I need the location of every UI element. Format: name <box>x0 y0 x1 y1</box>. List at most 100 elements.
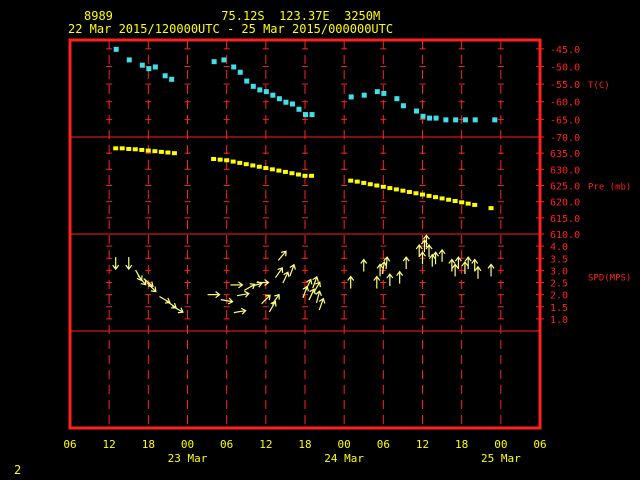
pressure-point <box>126 146 132 151</box>
temperature-point <box>139 62 145 68</box>
y-tick-label: 635.0 <box>550 149 580 160</box>
pressure-point <box>459 200 465 205</box>
pressure-point <box>426 193 432 198</box>
pressure-point <box>367 182 373 187</box>
temperature-point <box>400 103 406 109</box>
wind-arrow <box>471 258 479 272</box>
pressure-point <box>211 156 217 161</box>
wind-arrow <box>230 281 244 289</box>
pressure-point <box>145 148 151 153</box>
wind-arrow <box>274 267 284 279</box>
x-tick-label: 00 <box>494 438 507 451</box>
temperature-point <box>472 117 478 123</box>
pressure-point <box>302 173 308 178</box>
temperature-point <box>427 115 433 121</box>
wind-arrow <box>474 265 482 279</box>
pressure-point <box>152 149 158 154</box>
y-tick-label: -55.0 <box>550 80 580 91</box>
wind-arrow <box>461 260 469 274</box>
temperature-point <box>453 117 459 123</box>
pressure-point <box>295 172 301 177</box>
temperature-point <box>433 115 439 121</box>
wind-arrow <box>415 243 423 257</box>
wind-arrow <box>112 257 120 271</box>
temperature-point <box>126 57 132 63</box>
y-tick-label: 2.5 <box>550 279 568 290</box>
wind-arrow <box>428 253 436 267</box>
temperature-point <box>492 117 498 123</box>
pressure-point <box>282 169 288 174</box>
temperature-point <box>374 89 380 95</box>
wind-arrow <box>386 273 394 287</box>
pressure-point <box>224 158 230 163</box>
x-tick-label: 18 <box>142 438 155 451</box>
y-tick-label: -65.0 <box>550 115 580 126</box>
y-tick-label: 1.0 <box>550 315 568 326</box>
y-tick-label: 3.0 <box>550 266 568 277</box>
temperature-point <box>146 66 152 72</box>
y-tick-label: -45.0 <box>550 45 580 56</box>
temperature-point <box>289 101 295 107</box>
temperature-point <box>250 83 256 89</box>
wind-arrow <box>207 291 221 299</box>
temperature-point <box>381 90 387 96</box>
x-tick-label: 06 <box>533 438 546 451</box>
pressure-point <box>406 189 412 194</box>
y-tick-label: 630.0 <box>550 165 580 176</box>
pressure-point <box>263 166 269 171</box>
pressure-point <box>158 149 164 154</box>
pressure-point <box>374 183 380 188</box>
pressure-point <box>243 162 249 167</box>
temperature-point <box>270 92 276 98</box>
pressure-point <box>439 196 445 201</box>
y-tick-label: 1.5 <box>550 303 568 314</box>
pressure-point <box>488 206 494 211</box>
panel-label: SPD(MPS) <box>588 273 631 283</box>
pressure-point <box>446 197 452 202</box>
x-tick-label: 00 <box>181 438 194 451</box>
x-tick-label: 00 <box>338 438 351 451</box>
y-tick-label: 625.0 <box>550 182 580 193</box>
y-tick-label: -50.0 <box>550 62 580 73</box>
x-tick-label: 12 <box>416 438 429 451</box>
y-tick-label: 620.0 <box>550 198 580 209</box>
pressure-point <box>380 184 386 189</box>
wind-arrow <box>236 290 250 298</box>
temperature-point <box>152 64 158 70</box>
wind-arrow <box>250 280 263 288</box>
pressure-point <box>361 180 367 185</box>
pressure-point <box>119 146 125 151</box>
x-tick-label: 18 <box>455 438 468 451</box>
wind-arrow <box>360 258 368 272</box>
pressure-point <box>171 151 177 156</box>
pressure-point <box>132 147 138 152</box>
pressure-point <box>387 186 393 191</box>
y-tick-label: -70.0 <box>550 133 580 144</box>
wind-arrow <box>233 307 247 315</box>
pressure-point <box>113 146 119 151</box>
pressure-point <box>452 199 458 204</box>
temperature-point <box>276 96 282 102</box>
pressure-point <box>413 191 419 196</box>
temperature-point <box>361 92 367 98</box>
panel-label: T(C) <box>588 81 610 91</box>
pressure-point <box>139 147 145 152</box>
pressure-point <box>309 173 315 178</box>
y-tick-label: -60.0 <box>550 98 580 109</box>
temperature-point <box>231 64 237 70</box>
x-tick-label: 12 <box>103 438 116 451</box>
pressure-point <box>465 201 471 206</box>
pressure-point <box>256 164 262 169</box>
y-tick-label: 3.5 <box>550 254 568 265</box>
wind-arrow <box>277 250 287 261</box>
pressure-point <box>276 168 282 173</box>
x-tick-label: 12 <box>259 438 272 451</box>
x-tick-label: 06 <box>220 438 233 451</box>
wind-arrow <box>454 256 462 270</box>
temperature-point <box>303 112 308 118</box>
pressure-point <box>472 202 478 207</box>
pressure-point <box>269 167 275 172</box>
temperature-point <box>257 87 263 93</box>
page-number: 2 <box>14 463 22 477</box>
pressure-point <box>348 178 354 183</box>
